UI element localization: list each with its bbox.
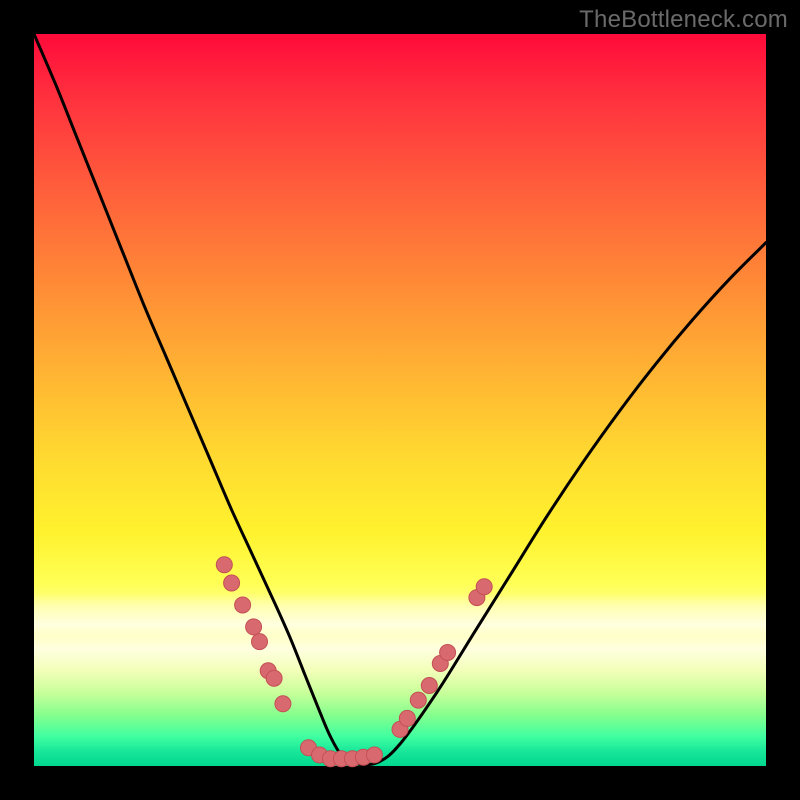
curve-marker <box>246 619 262 635</box>
curve-marker <box>410 692 426 708</box>
curve-marker <box>224 575 240 591</box>
curve-marker <box>216 557 232 573</box>
curve-marker <box>440 645 456 661</box>
curve-marker <box>366 747 382 763</box>
watermark-text: TheBottleneck.com <box>579 6 788 34</box>
curve-marker <box>266 670 282 686</box>
curve-marker <box>421 678 437 694</box>
bottleneck-curve <box>34 34 766 765</box>
curve-marker <box>275 696 291 712</box>
chart-frame: TheBottleneck.com <box>0 0 800 800</box>
curve-marker <box>252 634 268 650</box>
curve-marker <box>476 579 492 595</box>
curve-marker <box>399 710 415 726</box>
curve-marker <box>235 597 251 613</box>
chart-svg <box>34 34 766 766</box>
curve-markers <box>216 557 492 767</box>
